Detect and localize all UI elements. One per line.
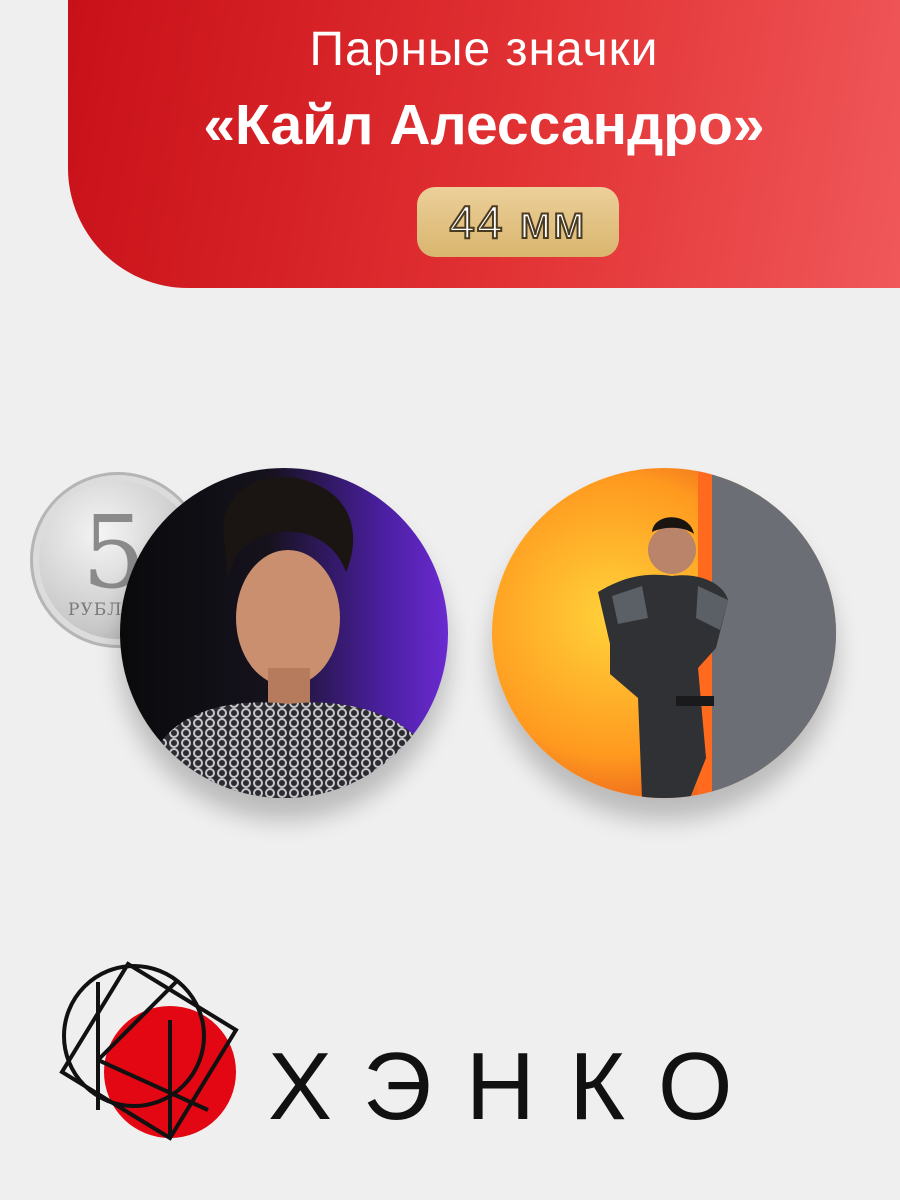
stage-badge — [492, 468, 836, 798]
product-title: «Кайл Алессандро» — [203, 93, 765, 157]
size-label: 44 мм — [448, 195, 587, 249]
size-badge: 44 мм — [417, 187, 619, 257]
portrait-badge — [120, 468, 448, 798]
header-banner: Парные значки «Кайл Алессандро» 44 мм — [68, 0, 900, 288]
portrait-photo — [120, 468, 448, 798]
subtitle: Парные значки — [309, 23, 659, 76]
brand-name: ХЭНКО — [268, 1033, 767, 1140]
brand-logo-icon — [59, 961, 239, 1141]
stage-photo — [492, 468, 836, 798]
